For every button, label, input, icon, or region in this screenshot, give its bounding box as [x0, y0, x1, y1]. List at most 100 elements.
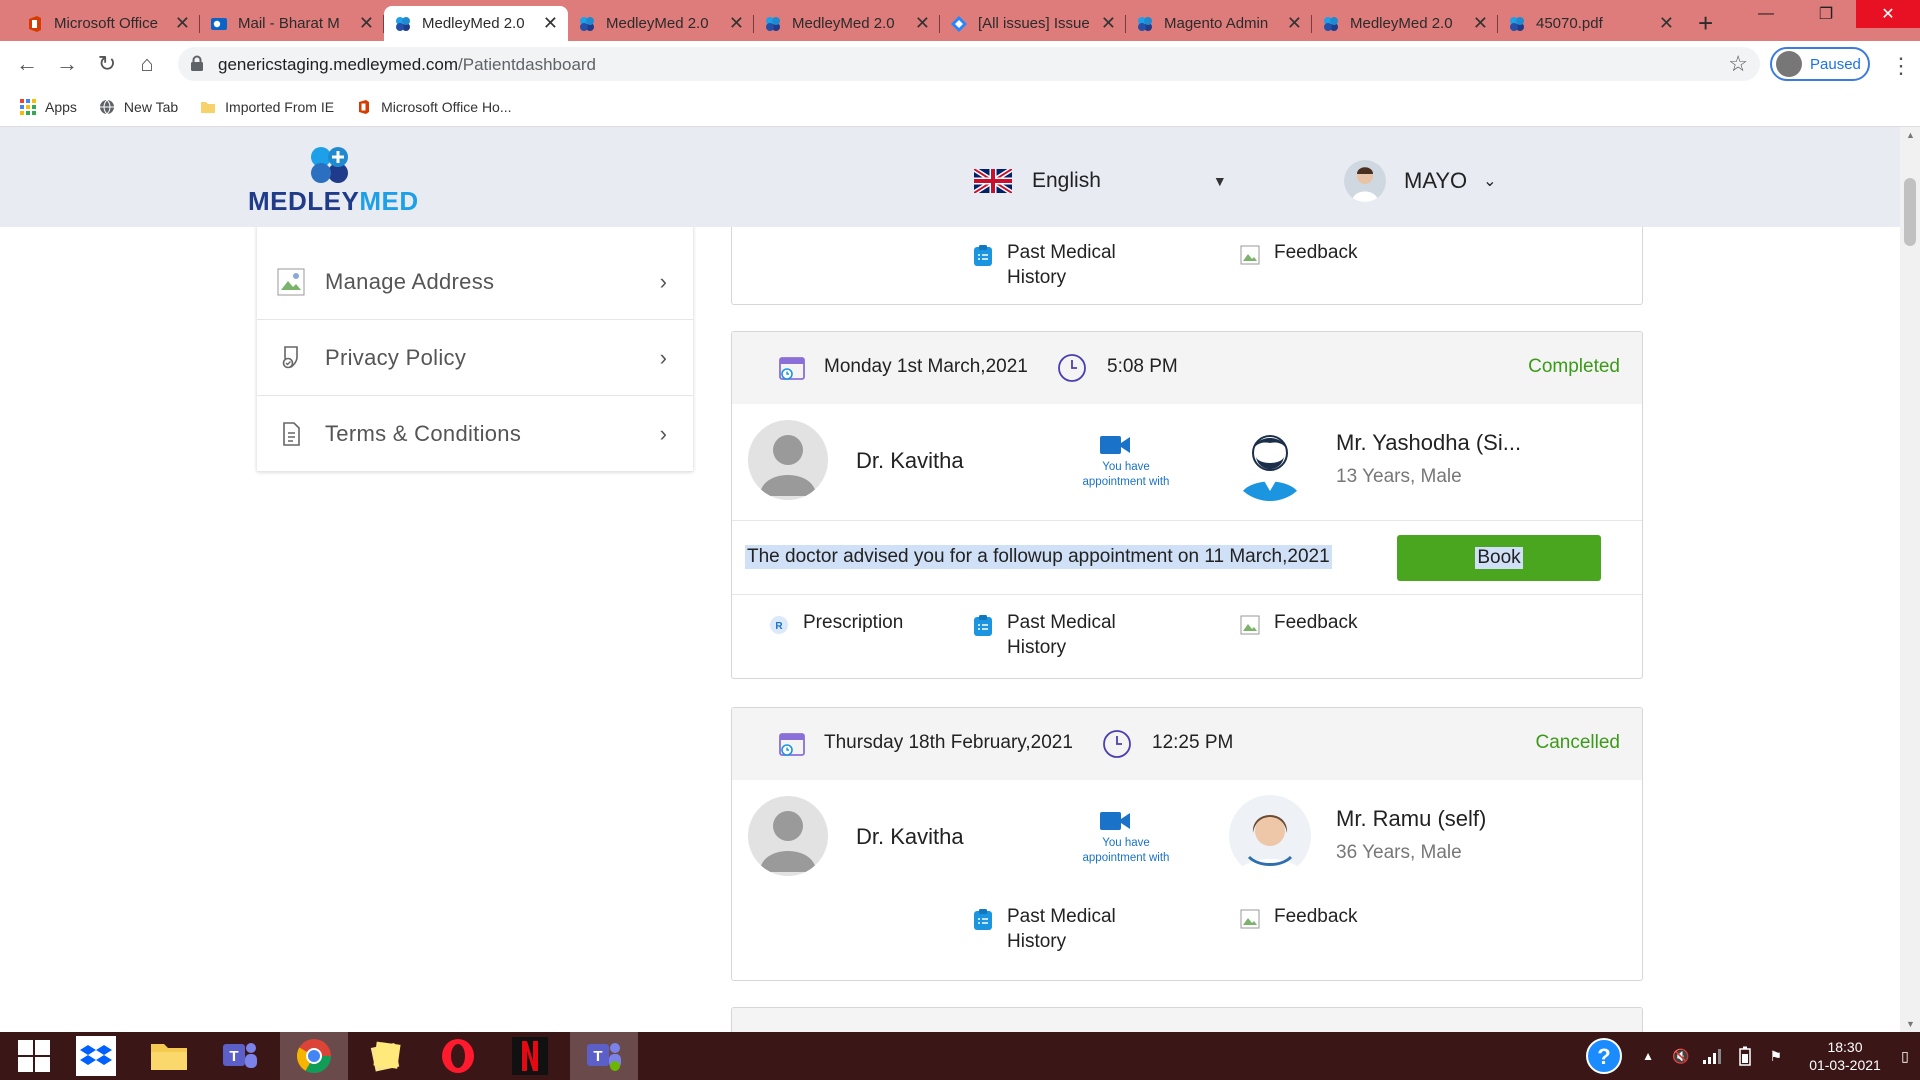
forward-icon[interactable]: →	[52, 49, 82, 79]
language-selector[interactable]: English ▼	[974, 169, 1227, 193]
close-icon[interactable]: ✕	[1287, 13, 1302, 34]
browser-tab[interactable]: [All issues] Issue ✕	[940, 6, 1126, 41]
caret-down-icon: ▼	[1212, 173, 1227, 189]
svg-text:R: R	[775, 621, 783, 632]
taskbar-sticky-notes[interactable]	[352, 1032, 420, 1080]
patient-avatar	[1229, 795, 1311, 877]
bookmark-star-icon[interactable]: ☆	[1728, 51, 1748, 77]
medleymed-icon	[766, 16, 780, 31]
close-icon[interactable]: ✕	[1659, 13, 1674, 34]
reload-icon[interactable]: ↻	[92, 49, 122, 79]
bookmark-apps[interactable]: Apps	[20, 98, 77, 115]
scrollbar-thumb[interactable]	[1904, 178, 1916, 246]
doctor-name: Dr. Kavitha	[856, 824, 964, 849]
notifications-icon[interactable]: ▯	[1890, 1048, 1920, 1065]
start-button[interactable]	[0, 1032, 68, 1080]
taskbar-teams-active[interactable]: T	[570, 1032, 638, 1080]
network-icon[interactable]	[1703, 1048, 1722, 1064]
followup-row: The doctor advised you for a followup ap…	[732, 520, 1642, 595]
taskbar-netflix[interactable]	[496, 1032, 564, 1080]
close-icon[interactable]: ✕	[1101, 13, 1116, 34]
feedback-link[interactable]: Feedback	[1240, 240, 1357, 266]
minimize-icon[interactable]: —	[1736, 0, 1796, 28]
sidebar-item-terms-conditions[interactable]: Terms & Conditions ›	[257, 396, 693, 472]
image-placeholder-icon	[1240, 245, 1260, 265]
browser-tab-active[interactable]: MedleyMed 2.0 ✕	[384, 6, 568, 41]
bookmark-new-tab[interactable]: New Tab	[99, 99, 178, 115]
browser-tab[interactable]: MedleyMed 2.0 ✕	[568, 6, 754, 41]
chrome-icon	[297, 1039, 331, 1073]
new-tab-button[interactable]: +	[1690, 6, 1730, 41]
browser-tab[interactable]: 45070.pdf ✕	[1498, 6, 1684, 41]
back-icon[interactable]: ←	[12, 49, 42, 79]
close-icon[interactable]: ✕	[359, 13, 374, 34]
logo-mark-icon	[311, 147, 348, 183]
bookmark-imported-ie[interactable]: Imported From IE	[200, 99, 334, 115]
help-icon[interactable]: ?	[1584, 1036, 1624, 1076]
taskbar-chrome[interactable]	[280, 1032, 348, 1080]
profile-status: Paused	[1810, 55, 1861, 73]
taskbar-teams[interactable]: T	[206, 1032, 274, 1080]
browser-tab[interactable]: Microsoft Office ✕	[16, 6, 200, 41]
browser-tab-strip: Microsoft Office ✕ Mail - Bharat M ✕ Med…	[0, 0, 1920, 41]
taskbar-opera[interactable]	[424, 1032, 492, 1080]
medleymed-logo[interactable]: MEDLEYMED	[248, 145, 418, 217]
browser-tab[interactable]: Mail - Bharat M ✕	[200, 6, 384, 41]
address-bar[interactable]: genericstaging.medleymed.com/Patientdash…	[178, 47, 1760, 81]
browser-tab[interactable]: Magento Admin ✕	[1126, 6, 1312, 41]
tab-title: MedleyMed 2.0	[1350, 15, 1453, 32]
appointment-card: Monday 1st March,2021 5:08 PM Completed …	[731, 331, 1643, 679]
chevron-up-icon[interactable]: ▲	[1642, 1049, 1654, 1063]
prescription-link[interactable]: R Prescription	[769, 610, 903, 636]
language-label: English	[1032, 169, 1101, 192]
lock-icon	[191, 55, 203, 71]
close-icon[interactable]: ✕	[729, 13, 744, 34]
scroll-down-icon[interactable]: ▼	[1906, 1019, 1915, 1029]
doctor-name: Dr. Kavitha	[856, 448, 964, 473]
past-medical-history-link[interactable]: Past Medical History	[973, 610, 1116, 660]
svg-text:T: T	[593, 1048, 602, 1065]
close-icon[interactable]: ✕	[175, 13, 190, 34]
sidebar-item-privacy-policy[interactable]: Privacy Policy ›	[257, 320, 693, 396]
bookmark-office-home[interactable]: Microsoft Office Ho...	[356, 99, 512, 115]
sticky-notes-icon	[370, 1041, 401, 1072]
browser-tab[interactable]: MedleyMed 2.0 ✕	[754, 6, 940, 41]
status-badge: Cancelled	[1535, 732, 1621, 753]
taskbar-clock[interactable]: 18:30 01-03-2021	[1800, 1038, 1890, 1074]
kebab-menu-icon[interactable]: ⋮	[1890, 53, 1912, 79]
doctor-avatar	[748, 420, 828, 500]
profile-button[interactable]: Paused	[1770, 47, 1870, 81]
feedback-link[interactable]: Feedback	[1240, 904, 1357, 930]
volume-muted-icon[interactable]: 🔇	[1672, 1048, 1689, 1065]
patient-name: Mr. Yashodha (Si...	[1336, 430, 1522, 455]
user-menu[interactable]: MAYO ⌄	[1344, 160, 1497, 202]
clipboard-icon	[974, 909, 992, 930]
close-icon[interactable]: ✕	[1473, 13, 1488, 34]
window-close-icon[interactable]: ✕	[1856, 0, 1920, 28]
flag-icon[interactable]: ⚑	[1769, 1048, 1782, 1065]
document-icon	[283, 421, 300, 446]
book-button[interactable]: Book	[1397, 535, 1601, 581]
close-icon[interactable]: ✕	[543, 13, 558, 34]
url-text: genericstaging.medleymed.com/Patientdash…	[218, 55, 597, 74]
chevron-right-icon: ›	[659, 268, 667, 294]
appointment-note: You have appointment with	[1082, 461, 1170, 488]
taskbar-dropbox[interactable]	[62, 1032, 130, 1080]
past-medical-history-link[interactable]: Past Medical History	[973, 904, 1116, 954]
scroll-up-icon[interactable]: ▲	[1906, 130, 1915, 140]
tab-title: Microsoft Office	[54, 15, 158, 32]
battery-icon[interactable]	[1739, 1046, 1752, 1066]
past-medical-history-link[interactable]: Past Medical History	[973, 240, 1116, 290]
browser-tab[interactable]: MedleyMed 2.0 ✕	[1312, 6, 1498, 41]
close-icon[interactable]: ✕	[915, 13, 930, 34]
bookmarks-bar: Apps New Tab Imported From IE Microsoft …	[0, 87, 1920, 127]
appointment-card-header: Thursday 18th February,2021 12:25 PM Can…	[732, 708, 1642, 780]
home-icon[interactable]: ⌂	[132, 49, 162, 79]
chevron-right-icon: ›	[659, 344, 667, 370]
taskbar-file-explorer[interactable]	[135, 1032, 203, 1080]
sidebar-item-manage-address[interactable]: Manage Address ›	[257, 244, 693, 320]
tab-title: MedleyMed 2.0	[792, 15, 895, 32]
feedback-link[interactable]: Feedback	[1240, 610, 1357, 636]
maximize-icon[interactable]: ❐	[1796, 0, 1856, 28]
page-scrollbar[interactable]: ▲ ▼	[1900, 127, 1920, 1032]
